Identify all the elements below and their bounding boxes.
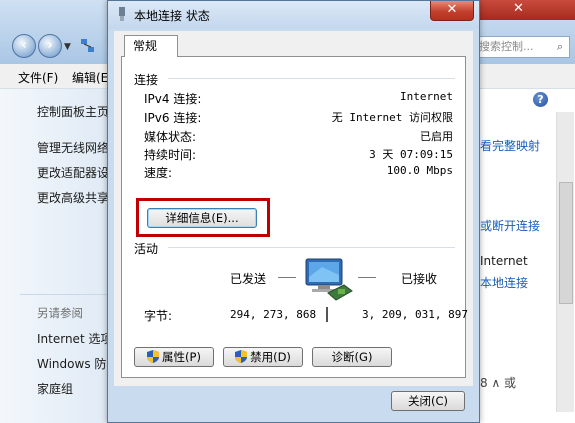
speed-label: 速度: xyxy=(144,166,173,180)
bytes-received-value: 3, 209, 031, 897 xyxy=(362,308,468,321)
received-line xyxy=(358,277,376,278)
dialog-title: 本地连接 状态 xyxy=(134,9,210,23)
menu-edit[interactable]: 编辑(E xyxy=(72,69,108,86)
properties-label: 属性(P) xyxy=(162,350,201,364)
tab-general[interactable]: 常规 xyxy=(124,35,178,57)
search-icon[interactable]: ⌕ xyxy=(557,37,563,57)
see-also-internet-options[interactable]: Internet 选项 xyxy=(37,330,112,347)
explorer-scrollbar[interactable] xyxy=(556,112,574,412)
received-label: 已接收 xyxy=(401,272,438,286)
ipv4-label: IPv4 连接: xyxy=(144,92,202,106)
uac-shield-icon xyxy=(235,350,248,363)
local-connection-status-dialog: 本地连接 状态 ✕ 常规 连接 IPv4 连接: Internet IPv6 连… xyxy=(107,0,480,423)
connection-group-label: 连接 xyxy=(134,73,159,87)
menu-file[interactable]: 文件(F) xyxy=(18,69,58,86)
properties-button[interactable]: 属性(P) xyxy=(134,347,214,367)
details-button[interactable]: 详细信息(E)... xyxy=(147,208,257,228)
left-link-manage-wireless[interactable]: 管理无线网络 xyxy=(37,139,109,156)
ipv6-value: 无 Internet 访问权限 xyxy=(331,111,453,124)
left-link-change-adapter[interactable]: 更改适配器设 xyxy=(37,164,109,181)
see-also-heading: 另请参阅 xyxy=(37,306,83,320)
explorer-close-button[interactable]: ✕ xyxy=(465,0,575,20)
back-button[interactable]: ‹ xyxy=(12,34,36,58)
network-icon xyxy=(80,38,94,52)
dialog-titlebar: 本地连接 状态 ✕ xyxy=(108,1,479,29)
close-button[interactable]: 关闭(C) xyxy=(391,391,465,411)
activity-divider-vertical xyxy=(326,307,328,322)
scrollbar-thumb[interactable] xyxy=(559,182,573,304)
sent-label: 已发送 xyxy=(230,272,267,286)
search-placeholder: 搜索控制... xyxy=(479,40,534,53)
activity-group-label: 活动 xyxy=(134,242,159,256)
sent-line xyxy=(278,277,296,278)
media-state-label: 媒体状态: xyxy=(144,130,197,144)
network-adapter-icon xyxy=(119,7,125,21)
activity-divider xyxy=(168,247,455,248)
media-state-value: 已启用 xyxy=(420,130,453,143)
left-separator xyxy=(20,294,112,295)
disable-button[interactable]: 禁用(D) xyxy=(223,347,303,367)
speed-value: 100.0 Mbps xyxy=(386,164,453,177)
left-link-advanced-sharing[interactable]: 更改高级共享 xyxy=(37,189,109,206)
left-link-control-panel-home[interactable]: 控制面板主页 xyxy=(37,103,109,120)
help-icon[interactable]: ? xyxy=(533,92,548,107)
duration-label: 持续时间: xyxy=(144,148,197,162)
uac-shield-icon xyxy=(147,350,160,363)
diagnose-button[interactable]: 诊断(G) xyxy=(312,347,392,367)
dialog-body: 常规 连接 IPv4 连接: Internet IPv6 连接: 无 Inter… xyxy=(114,31,473,386)
bytes-sent-value: 294, 273, 868 xyxy=(230,308,317,321)
disable-label: 禁用(D) xyxy=(250,350,291,364)
bytes-label: 字节: xyxy=(144,309,173,323)
right-text-bottom: 8 ∧ 或 xyxy=(480,376,517,390)
right-text-internet: Internet xyxy=(480,254,528,268)
history-dropdown-icon[interactable]: ▼ xyxy=(64,42,71,52)
see-also-homegroup[interactable]: 家庭组 xyxy=(37,380,73,397)
right-link-local-connection[interactable]: 本地连接 xyxy=(480,274,528,291)
dialog-close-x-button[interactable]: ✕ xyxy=(430,1,474,21)
ipv4-value: Internet xyxy=(400,90,453,103)
explorer-left-pane: 控制面板主页 管理无线网络 更改适配器设 更改高级共享 另请参阅 Interne… xyxy=(0,89,112,423)
duration-value: 3 天 07:09:15 xyxy=(369,148,453,161)
search-input[interactable]: 搜索控制... ⌕ xyxy=(470,36,570,58)
connection-divider xyxy=(168,78,455,79)
forward-button[interactable]: › xyxy=(38,34,62,58)
ipv6-label: IPv6 连接: xyxy=(144,111,202,125)
right-link-full-map[interactable]: 看完整映射 xyxy=(480,137,540,154)
general-panel: 连接 IPv4 连接: Internet IPv6 连接: 无 Internet… xyxy=(121,56,468,378)
right-link-disconnect[interactable]: 或断开连接 xyxy=(480,217,540,234)
network-activity-icon xyxy=(305,258,353,301)
see-also-windows-firewall[interactable]: Windows 防 xyxy=(37,355,106,372)
